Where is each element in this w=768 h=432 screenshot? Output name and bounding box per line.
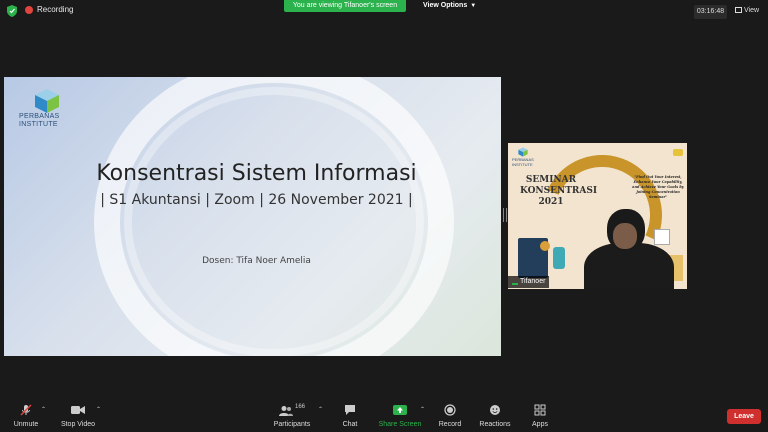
mic-muted-icon (20, 404, 32, 416)
record-dot-icon (25, 6, 33, 14)
participants-label: Participants (273, 421, 311, 428)
apps-label: Apps (532, 421, 548, 428)
chat-label: Chat (342, 421, 358, 428)
video-logo-text: PERBANAS INSTITUTE (512, 157, 534, 167)
panel-resize-handle[interactable] (503, 208, 507, 222)
shield-icon[interactable] (7, 5, 17, 17)
participant-face (613, 223, 637, 249)
participant-video-tile[interactable]: PERBANAS INSTITUTE SEMINAR KONSENTRASI 2… (508, 143, 687, 289)
decorative-ring-inner (124, 87, 424, 356)
view-options-button[interactable]: View Options ▼ (423, 2, 476, 9)
view-options-label: View Options (423, 2, 468, 9)
perbanas-logo-icon (518, 147, 528, 157)
grid-view-icon (735, 7, 742, 14)
apps-button[interactable]: Apps (528, 404, 552, 428)
chevron-up-icon[interactable]: ⌃ (420, 406, 425, 413)
view-label: View (744, 7, 760, 14)
background-illustration (553, 247, 565, 269)
reactions-icon (490, 405, 500, 415)
recording-label[interactable]: Recording (37, 5, 73, 14)
chat-icon (345, 405, 355, 415)
unmute-label: Unmute (13, 421, 39, 428)
participant-name-tag: Tifanoer (508, 276, 550, 288)
slide-lecturer: Dosen: Tifa Noer Amelia (202, 256, 311, 266)
slide-subtitle: | S1 Akuntansi | Zoom | 26 November 2021… (100, 192, 413, 208)
view-button[interactable]: View (735, 7, 759, 14)
stop-video-button[interactable]: Stop Video (60, 404, 96, 428)
stop-video-label: Stop Video (60, 421, 96, 428)
chevron-up-icon[interactable]: ⌃ (96, 406, 101, 413)
reactions-button[interactable]: Reactions (478, 404, 512, 428)
share-screen-icon (393, 405, 407, 415)
seminar-quote: "Find Out Your Interest, Enhance Your Ca… (632, 175, 684, 199)
participants-count: 166 (294, 404, 305, 410)
meeting-timer: 03:16:48 (694, 5, 727, 19)
video-camera-icon (71, 406, 85, 414)
background-illustration (654, 229, 670, 245)
background-badge (673, 149, 683, 156)
reactions-label: Reactions (479, 421, 511, 428)
viewing-screen-banner: You are viewing Tifanoer's screen (284, 0, 406, 12)
shared-screen-slide: PERBANAS INSTITUTE Konsentrasi Sistem In… (4, 77, 501, 356)
record-label: Record (438, 421, 462, 428)
perbanas-logo-icon (35, 89, 59, 113)
chevron-up-icon[interactable]: ⌃ (318, 406, 323, 413)
chevron-up-icon[interactable]: ⌃ (41, 406, 46, 413)
signal-icon (512, 277, 518, 286)
participants-button[interactable]: 166 Participants (272, 404, 312, 428)
perbanas-logo-text: PERBANAS INSTITUTE (19, 113, 60, 128)
record-button[interactable]: Record (436, 404, 464, 428)
chat-button[interactable]: Chat (338, 404, 362, 428)
background-illustration (540, 241, 550, 251)
slide-title: Konsentrasi Sistem Informasi (96, 161, 417, 186)
meeting-toolbar: Unmute ⌃ Stop Video ⌃ 166 Participants ⌃… (0, 398, 768, 432)
unmute-button[interactable]: Unmute (12, 404, 40, 428)
share-screen-label: Share Screen (378, 421, 422, 428)
chevron-down-icon: ▼ (470, 3, 477, 9)
leave-button[interactable]: Leave (727, 409, 761, 424)
seminar-title: SEMINAR KONSENTRASI 2021 (520, 175, 598, 207)
apps-icon (534, 404, 546, 416)
meeting-top-bar: Recording You are viewing Tifanoer's scr… (0, 0, 768, 24)
participants-icon (278, 406, 293, 416)
record-icon (444, 404, 456, 416)
share-screen-button[interactable]: Share Screen (378, 404, 422, 428)
